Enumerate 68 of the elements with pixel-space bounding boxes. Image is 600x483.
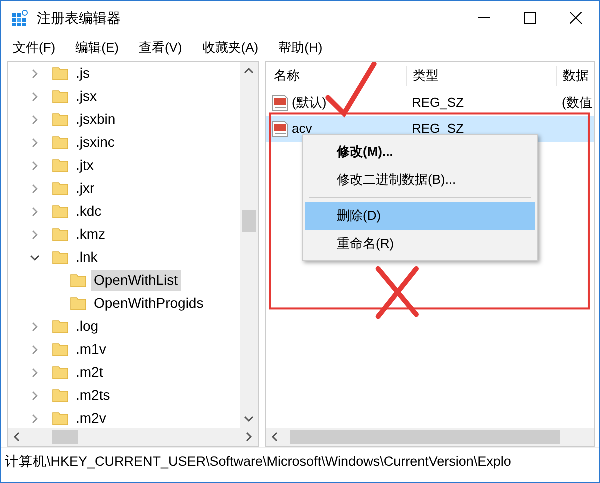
scroll-left-icon[interactable] <box>12 432 22 442</box>
value-data: (数值 <box>562 95 592 110</box>
tree-item[interactable]: OpenWithList <box>91 270 182 291</box>
folder-icon <box>52 180 69 197</box>
string-value-icon <box>272 120 289 138</box>
menu-item[interactable]: 文件(F) <box>5 36 64 60</box>
tree-item[interactable]: .m1v <box>73 339 110 360</box>
column-header[interactable]: 数据 <box>563 68 589 84</box>
folder-icon <box>52 65 69 82</box>
folder-icon <box>52 111 69 128</box>
menu-item[interactable]: 帮助(H) <box>270 36 331 60</box>
menu-item[interactable]: 编辑(E) <box>68 36 127 60</box>
folder-icon <box>52 364 69 381</box>
tree-item[interactable]: .jxr <box>73 178 98 199</box>
tree-item[interactable]: .js <box>73 63 93 84</box>
menu-item[interactable]: 收藏夹(A) <box>194 36 267 60</box>
value-name: acv <box>292 120 312 138</box>
string-value-icon <box>272 94 289 112</box>
folder-icon <box>52 88 69 105</box>
tree-item[interactable]: .jsxinc <box>73 132 118 153</box>
folder-icon <box>70 295 87 312</box>
check-mark <box>326 62 377 118</box>
folder-icon <box>52 249 69 266</box>
horizontal-scrollbar[interactable] <box>8 428 258 446</box>
scroll-thumb[interactable] <box>290 430 560 444</box>
tree-item[interactable]: .jtx <box>73 155 97 176</box>
vertical-scrollbar[interactable] <box>240 62 258 428</box>
tree-item[interactable]: .m2v <box>73 408 110 428</box>
folder-icon <box>52 318 69 335</box>
registry-editor-icon <box>11 9 29 27</box>
window-title: 注册表编辑器 <box>37 8 122 28</box>
tree-item[interactable]: .m2ts <box>73 385 114 406</box>
tree-item[interactable]: .log <box>73 316 102 337</box>
value-type: REG_SZ <box>412 121 464 136</box>
menu-item[interactable]: 修改二进制数据(B)... <box>305 166 535 193</box>
menu-item[interactable]: 删除(D) <box>305 202 535 230</box>
scroll-down-icon[interactable] <box>244 414 254 424</box>
value-name: (默认) <box>292 94 327 112</box>
horizontal-scrollbar[interactable] <box>266 428 594 446</box>
folder-icon <box>52 134 69 151</box>
tree-item[interactable]: OpenWithProgids <box>91 293 207 314</box>
tree-item[interactable]: .kdc <box>73 201 105 222</box>
folder-icon <box>52 157 69 174</box>
tree-item[interactable]: .kmz <box>73 224 109 245</box>
column-header[interactable]: 类型 <box>413 68 439 84</box>
folder-icon <box>52 387 69 404</box>
tree-item[interactable]: .lnk <box>73 247 101 268</box>
scroll-right-icon[interactable] <box>244 432 254 442</box>
tree-item[interactable]: .m2t <box>73 362 106 383</box>
close-icon <box>570 12 582 24</box>
value-type: REG_SZ <box>412 95 464 110</box>
column-header[interactable]: 名称 <box>274 68 300 84</box>
scroll-thumb[interactable] <box>52 430 78 444</box>
status-bar-path: 计算机\HKEY_CURRENT_USER\Software\Microsoft\Windows\CurrentVersion\Explo <box>5 453 512 472</box>
scroll-left-icon[interactable] <box>270 432 280 442</box>
folder-icon <box>70 272 87 289</box>
cross-mark <box>376 266 419 320</box>
scroll-up-icon[interactable] <box>244 66 254 76</box>
folder-icon <box>52 203 69 220</box>
tree-item[interactable]: .jsx <box>73 86 100 107</box>
menu-item[interactable]: 重命名(R) <box>305 230 535 257</box>
folder-icon <box>52 341 69 358</box>
value-row[interactable]: (默认) REG_SZ (数值 <box>266 90 594 116</box>
scroll-thumb[interactable] <box>242 210 256 232</box>
folder-icon <box>52 226 69 243</box>
maximize-icon <box>524 12 536 24</box>
tree-item[interactable]: .jsxbin <box>73 109 119 130</box>
menu-item[interactable]: 查看(V) <box>130 36 190 60</box>
